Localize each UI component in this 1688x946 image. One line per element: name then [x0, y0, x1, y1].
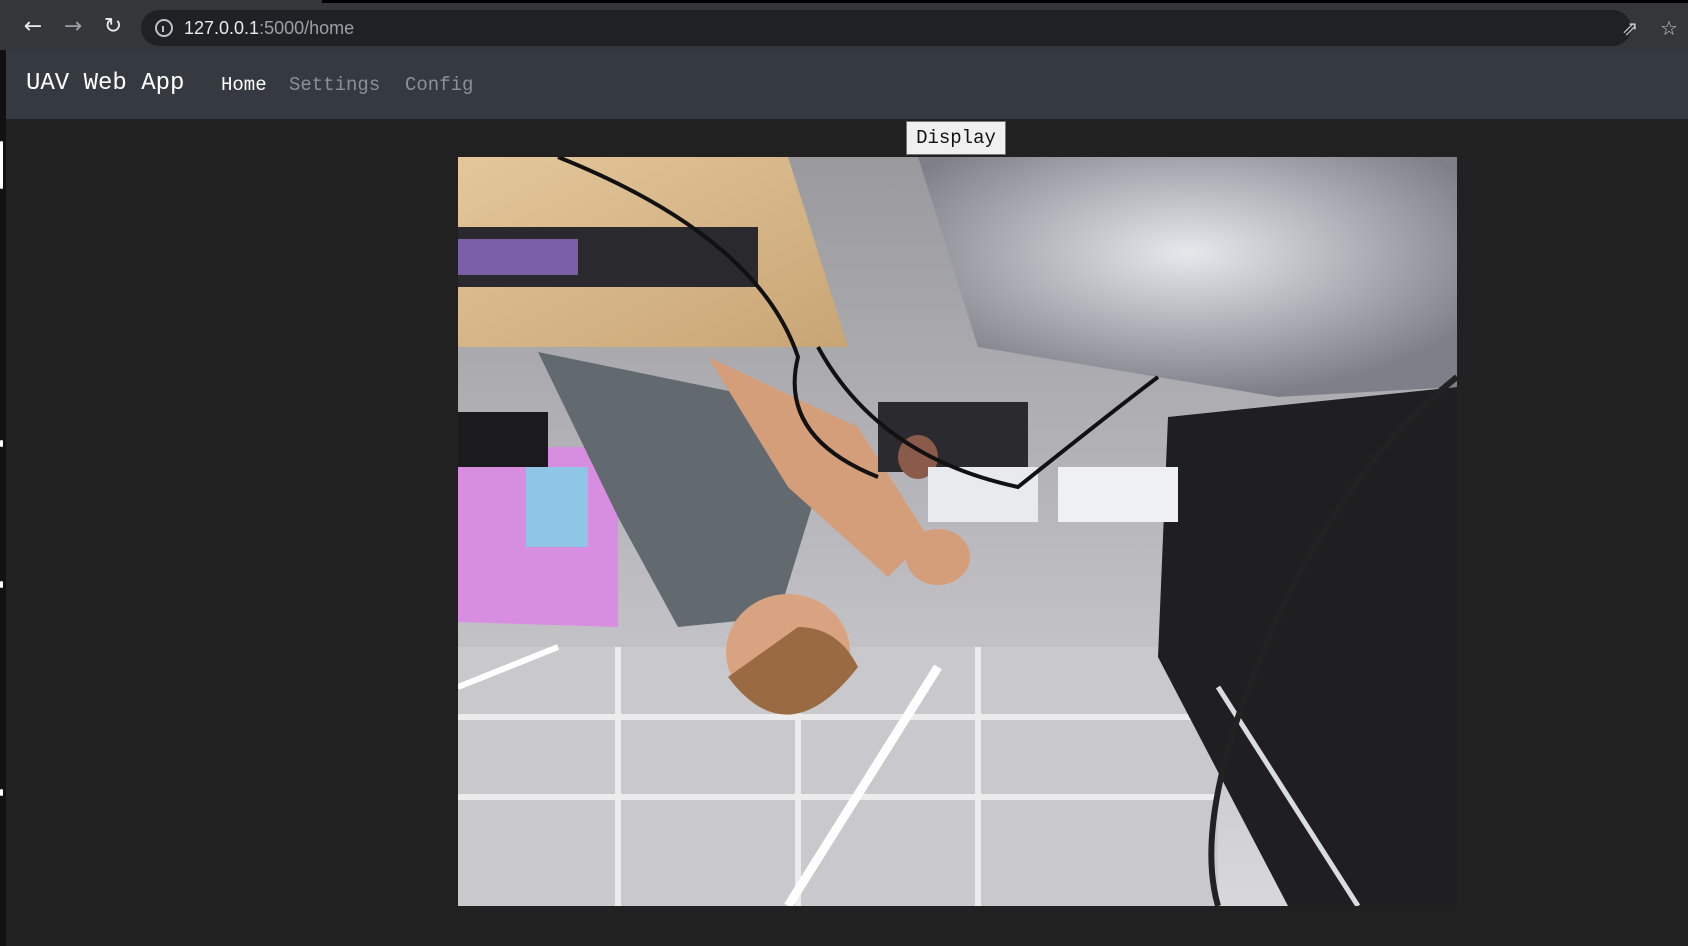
- browser-toolbar: ← → ↻ 127.0.0.1:5000/home ⇗ ☆: [0, 0, 1688, 50]
- back-icon[interactable]: ←: [18, 12, 48, 42]
- forward-icon[interactable]: →: [58, 12, 88, 42]
- reload-icon[interactable]: ↻: [98, 12, 128, 42]
- camera-feed-scene: [458, 157, 1457, 906]
- left-edge-handle[interactable]: [0, 141, 3, 189]
- nav-link-home[interactable]: Home: [221, 74, 267, 96]
- left-edge-dot: [0, 440, 3, 447]
- share-icon[interactable]: ⇗: [1618, 16, 1642, 40]
- url-host: 127.0.0.1: [184, 18, 260, 38]
- nav-link-settings[interactable]: Settings: [289, 74, 380, 96]
- left-edge-dot: [0, 789, 3, 796]
- address-bar[interactable]: 127.0.0.1:5000/home: [141, 10, 1631, 46]
- display-button[interactable]: Display: [906, 121, 1006, 155]
- camera-feed-image: [458, 157, 1457, 906]
- active-tab-strip: [0, 0, 322, 3]
- brand-title[interactable]: UAV Web App: [26, 70, 184, 97]
- left-edge-dot: [0, 581, 3, 588]
- app-navbar: UAV Web App Home Settings Config: [6, 50, 1688, 119]
- nav-link-config[interactable]: Config: [405, 74, 473, 96]
- url-path: :5000/home: [259, 18, 355, 38]
- info-icon[interactable]: [155, 19, 173, 37]
- bookmark-star-icon[interactable]: ☆: [1657, 16, 1681, 40]
- url-text[interactable]: 127.0.0.1:5000/home: [184, 18, 354, 39]
